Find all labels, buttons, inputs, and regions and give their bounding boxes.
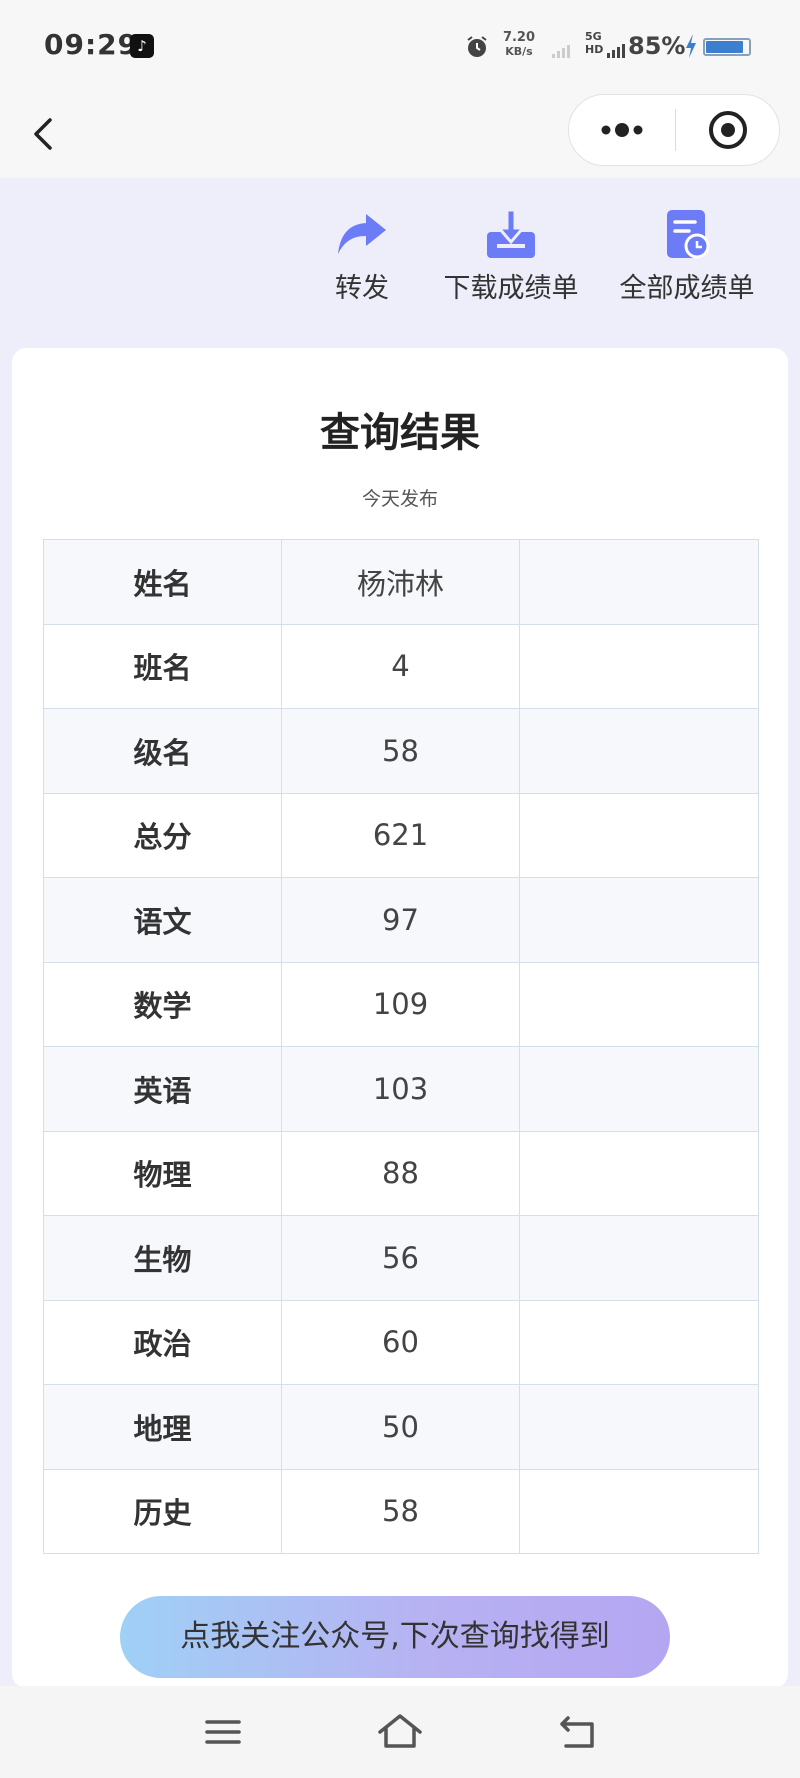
row-label: 语文 (43, 877, 282, 963)
table-row: 姓名 杨沛林 (43, 539, 759, 625)
table-row: 总分 621 (43, 792, 759, 878)
download-transcript-button[interactable]: 下载成绩单 (436, 206, 586, 305)
main-area: 转发 下载成绩单 全部成绩单 查询结果 今天发布 姓名 杨沛林 班名 4 级名 58 总分 6… (0, 178, 800, 1688)
row-label: 政治 (43, 1299, 282, 1385)
row-label: 地理 (43, 1384, 282, 1470)
score-table: 姓名 杨沛林 班名 4 级名 58 总分 621 语文 97 数学 109 英语 103 物理 88 生物 56 政… (43, 539, 759, 1554)
row-extra (519, 1384, 759, 1470)
row-extra (519, 623, 759, 709)
signal-strong-icon (607, 44, 625, 58)
row-value: 109 (281, 961, 520, 1047)
table-row: 历史 58 (43, 1468, 759, 1554)
table-row: 生物 56 (43, 1215, 759, 1301)
download-transcript-label: 下载成绩单 (443, 273, 579, 304)
battery-icon (703, 38, 751, 56)
row-value: 58 (281, 708, 520, 794)
status-time: 09:29 (44, 28, 139, 61)
row-label: 数学 (43, 961, 282, 1047)
mini-program-capsule (568, 94, 780, 166)
tiktok-icon: ♪ (130, 34, 154, 58)
row-value: 56 (281, 1215, 520, 1301)
row-label: 历史 (43, 1468, 282, 1554)
battery-percentage: 85% (628, 32, 686, 60)
table-row: 英语 103 (43, 1046, 759, 1132)
home-icon (378, 1714, 422, 1748)
close-mini-program-button[interactable] (676, 95, 780, 165)
row-label: 班名 (43, 623, 282, 709)
row-value: 杨沛林 (281, 539, 520, 625)
row-label: 物理 (43, 1130, 282, 1216)
row-label: 姓名 (43, 539, 282, 625)
row-label: 英语 (43, 1046, 282, 1132)
row-value: 50 (281, 1384, 520, 1470)
net-speed: 7.20 KB/s (502, 30, 536, 59)
follow-account-button[interactable]: 点我关注公众号,下次查询找得到 (120, 1596, 670, 1678)
more-dots-icon (601, 123, 643, 137)
menu-lines-icon (205, 1720, 241, 1744)
table-row: 级名 58 (43, 708, 759, 794)
download-tray-icon (487, 208, 535, 258)
result-subtitle: 今天发布 (361, 488, 438, 510)
row-extra (519, 961, 759, 1047)
more-button[interactable] (569, 95, 675, 165)
status-bar: 09:29 ♪ 7.20 KB/s 5G HD 85% (0, 0, 800, 92)
row-extra (519, 792, 759, 878)
system-back-button[interactable] (554, 1710, 602, 1754)
row-extra (519, 1046, 759, 1132)
system-back-icon (560, 1716, 594, 1748)
row-extra (519, 1215, 759, 1301)
row-extra (519, 1299, 759, 1385)
all-transcripts-button[interactable]: 全部成绩单 (612, 206, 762, 305)
row-extra (519, 877, 759, 963)
system-menu-button[interactable] (199, 1710, 247, 1754)
row-value: 103 (281, 1046, 520, 1132)
target-circle-icon (709, 111, 747, 149)
row-extra (519, 1468, 759, 1554)
share-button[interactable]: 转发 (322, 206, 402, 305)
result-title: 查询结果 (320, 410, 480, 456)
table-row: 班名 4 (43, 623, 759, 709)
charging-icon (686, 34, 696, 58)
row-label: 生物 (43, 1215, 282, 1301)
all-transcripts-label: 全部成绩单 (619, 273, 755, 304)
row-label: 级名 (43, 708, 282, 794)
chevron-left-icon (34, 118, 52, 150)
table-row: 数学 109 (43, 961, 759, 1047)
row-value: 621 (281, 792, 520, 878)
row-value: 97 (281, 877, 520, 963)
row-value: 60 (281, 1299, 520, 1385)
system-home-button[interactable] (376, 1710, 424, 1754)
nav-bar (0, 92, 800, 178)
alarm-icon (467, 36, 487, 57)
system-nav-bar (0, 1686, 800, 1778)
row-value: 58 (281, 1468, 520, 1554)
table-row: 语文 97 (43, 877, 759, 963)
table-row: 物理 88 (43, 1130, 759, 1216)
row-extra (519, 1130, 759, 1216)
document-clock-icon (667, 210, 710, 259)
table-row: 地理 50 (43, 1384, 759, 1470)
row-value: 4 (281, 623, 520, 709)
row-extra (519, 708, 759, 794)
share-arrow-icon (338, 214, 386, 254)
table-row: 政治 60 (43, 1299, 759, 1385)
result-card: 查询结果 今天发布 姓名 杨沛林 班名 4 级名 58 总分 621 语文 97 数学 109 英语 10… (12, 348, 788, 1688)
share-label: 转发 (335, 273, 389, 304)
row-value: 88 (281, 1130, 520, 1216)
row-label: 总分 (43, 792, 282, 878)
row-extra (519, 539, 759, 625)
signal-weak-icon (552, 45, 570, 58)
back-button[interactable] (26, 108, 66, 158)
